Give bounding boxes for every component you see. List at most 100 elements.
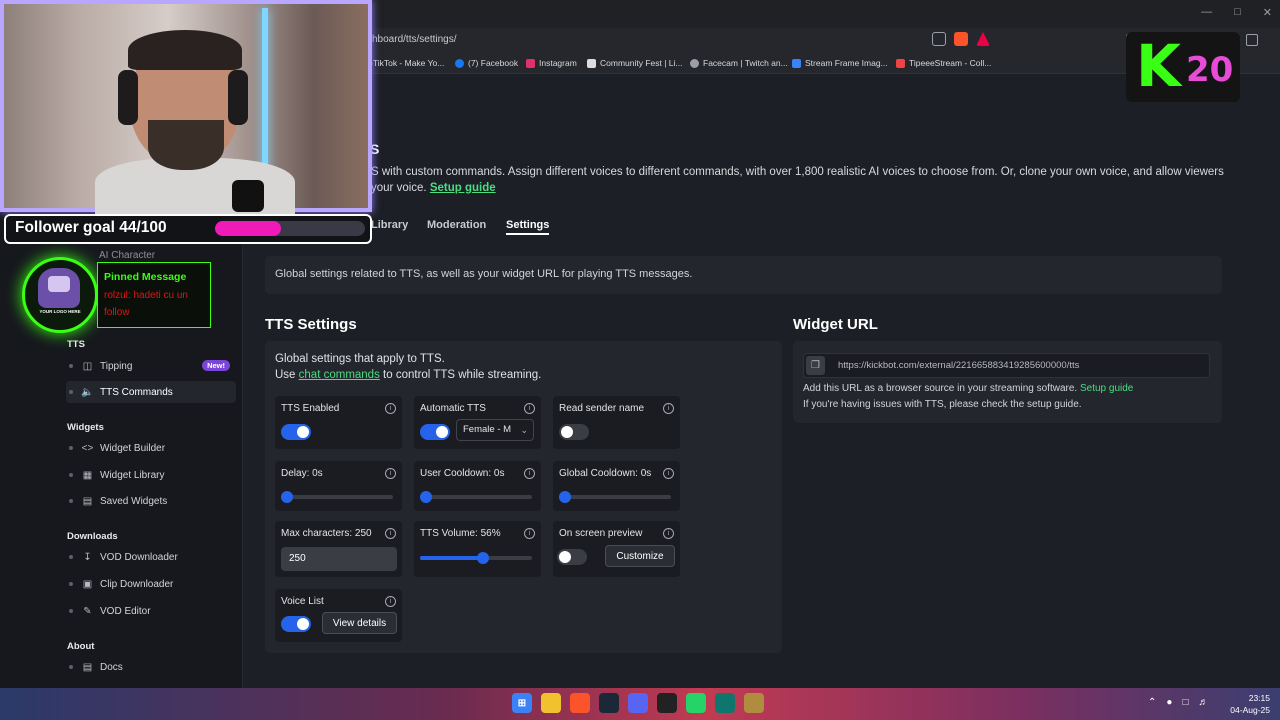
voice-list-toggle[interactable] — [281, 616, 311, 632]
info-icon[interactable]: i — [385, 528, 396, 539]
sidebar-item-widget-builder[interactable]: <> Widget Builder — [66, 437, 236, 459]
sidebar-item-ai-character[interactable]: AI Character — [99, 250, 155, 261]
taskbar-clock[interactable]: 23:15 04-Aug-25 — [1226, 692, 1270, 716]
bookmark-facebook[interactable]: (7) Facebook — [455, 58, 518, 68]
slider-thumb[interactable] — [420, 491, 432, 503]
toggle-knob — [297, 618, 309, 630]
tts-enabled-toggle[interactable] — [281, 424, 311, 440]
headphones-icon — [118, 70, 138, 125]
tipeee-icon — [896, 58, 905, 68]
bookmark-stream-frame[interactable]: Stream Frame Imag... — [792, 58, 888, 68]
instagram-icon — [526, 58, 535, 68]
brave-shield-icon[interactable] — [954, 32, 968, 46]
sidebar-item-label: VOD Editor — [100, 605, 151, 617]
info-icon[interactable]: i — [663, 403, 674, 414]
read-sender-toggle[interactable] — [559, 424, 589, 440]
file-explorer-icon[interactable] — [541, 693, 561, 713]
voice-select[interactable]: Female - M ⌄ — [456, 419, 534, 441]
global-cooldown-slider[interactable] — [559, 491, 671, 503]
tab-settings[interactable]: Settings — [506, 219, 550, 235]
pencil-icon: ✎ — [83, 605, 92, 617]
sidebar-section-downloads: Downloads — [67, 531, 118, 542]
league-of-legends-icon[interactable] — [744, 693, 764, 713]
tts-settings-desc: Global settings that apply to TTS. — [275, 353, 445, 365]
menu-icon[interactable] — [1246, 34, 1258, 46]
rewards-icon[interactable] — [976, 32, 990, 46]
github-icon[interactable] — [657, 693, 677, 713]
delay-slider[interactable] — [281, 491, 393, 503]
slider-thumb[interactable] — [559, 491, 571, 503]
widget-setup-guide-link[interactable]: Setup guide — [1080, 383, 1133, 394]
info-icon[interactable]: i — [663, 468, 674, 479]
bookmark-tipeeestream[interactable]: TipeeeStream - Coll... — [896, 58, 991, 68]
info-icon[interactable]: i — [385, 596, 396, 607]
chevron-up-icon[interactable]: ⌃ — [1148, 697, 1156, 708]
system-tray: ⌃ ● □ ♬ — [1148, 697, 1208, 708]
info-icon[interactable]: i — [524, 528, 535, 539]
slider-thumb[interactable] — [476, 552, 489, 564]
logo-text: YOUR LOGO HERE — [39, 309, 81, 314]
webcam-person-hair — [128, 30, 242, 70]
view-details-button[interactable]: View details — [322, 612, 397, 634]
customize-button[interactable]: Customize — [605, 545, 675, 567]
info-icon[interactable]: i — [524, 468, 535, 479]
bookmark-facecam[interactable]: Facecam | Twitch an... — [690, 58, 788, 68]
tab-moderation[interactable]: Moderation — [427, 219, 486, 231]
user-cooldown-slider[interactable] — [420, 491, 532, 503]
chat-commands-link[interactable]: chat commands — [299, 369, 380, 381]
bookmark-label: Community Fest | Li... — [600, 58, 683, 68]
tts-settings-desc2: Use chat commands to control TTS while s… — [275, 369, 541, 381]
tts-volume-label: TTS Volume: 56% — [420, 528, 501, 539]
sidebar-item-label: Widget Library — [100, 469, 165, 481]
whatsapp-icon[interactable] — [686, 693, 706, 713]
sidebar-item-vod-editor[interactable]: ✎ VOD Editor — [66, 600, 236, 622]
discord-icon[interactable] — [628, 693, 648, 713]
volume-icon[interactable]: ♬ — [1198, 697, 1208, 708]
bullet — [69, 499, 73, 503]
brave-browser-icon[interactable] — [570, 693, 590, 713]
windows-start-icon[interactable]: ⊞ — [512, 693, 532, 713]
minimize-icon[interactable]: — — [1201, 6, 1212, 19]
sidebar-item-widget-library[interactable]: ▦ Widget Library — [66, 464, 236, 486]
info-icon[interactable]: i — [524, 403, 535, 414]
slider-fill — [420, 556, 483, 560]
share-icon[interactable] — [932, 32, 946, 46]
copy-icon[interactable]: ❐ — [806, 356, 825, 375]
tts-volume-slider[interactable] — [420, 552, 532, 564]
automatic-tts-card: Automatic TTS i Female - M ⌄ — [414, 396, 541, 449]
sidebar-item-docs[interactable]: ▤ Docs — [66, 656, 236, 678]
maximize-icon[interactable]: □ — [1234, 6, 1241, 19]
bookmark-instagram[interactable]: Instagram — [526, 58, 577, 68]
widget-url-heading: Widget URL — [793, 316, 878, 333]
info-icon[interactable]: i — [385, 403, 396, 414]
automatic-tts-toggle[interactable] — [420, 424, 450, 440]
page-description-line2: your voice. Setup guide — [371, 182, 496, 194]
max-characters-input[interactable]: 250 — [281, 547, 397, 571]
slider-thumb[interactable] — [281, 491, 293, 503]
save-icon: ▤ — [82, 495, 93, 507]
sidebar-item-saved-widgets[interactable]: ▤ Saved Widgets — [66, 490, 236, 512]
on-screen-preview-toggle[interactable] — [557, 549, 587, 565]
monitor-icon[interactable]: □ — [1182, 697, 1188, 708]
sidebar-item-vod-downloader[interactable]: ↧ VOD Downloader — [66, 546, 236, 568]
url-text[interactable]: hboard/tts/settings/ — [372, 34, 457, 45]
code-icon: <> — [81, 442, 94, 454]
facebook-icon — [455, 58, 464, 68]
clock-date: 04-Aug-25 — [1230, 705, 1270, 715]
clip-icon: ▣ — [82, 578, 93, 590]
steam-icon[interactable] — [599, 693, 619, 713]
sidebar-item-tts-commands[interactable]: 🔈 TTS Commands — [66, 381, 236, 403]
microphone-tray-icon[interactable]: ● — [1166, 697, 1172, 708]
bookmark-tiktok[interactable]: )TikTok - Make Yo... — [370, 58, 444, 68]
tab-library[interactable]: Library — [371, 219, 408, 231]
sidebar-item-tipping[interactable]: ◫ Tipping New! — [66, 355, 236, 377]
bookmark-community-fest[interactable]: Community Fest | Li... — [587, 58, 683, 68]
info-icon[interactable]: i — [385, 468, 396, 479]
app-icon[interactable] — [715, 693, 735, 713]
sidebar-item-clip-downloader[interactable]: ▣ Clip Downloader — [66, 573, 236, 595]
close-icon[interactable]: ✕ — [1263, 6, 1272, 19]
info-icon[interactable]: i — [663, 528, 674, 539]
read-sender-card: Read sender name i — [553, 396, 680, 449]
setup-guide-link[interactable]: Setup guide — [430, 182, 496, 194]
page-description: S with custom commands. Assign different… — [371, 166, 1224, 178]
